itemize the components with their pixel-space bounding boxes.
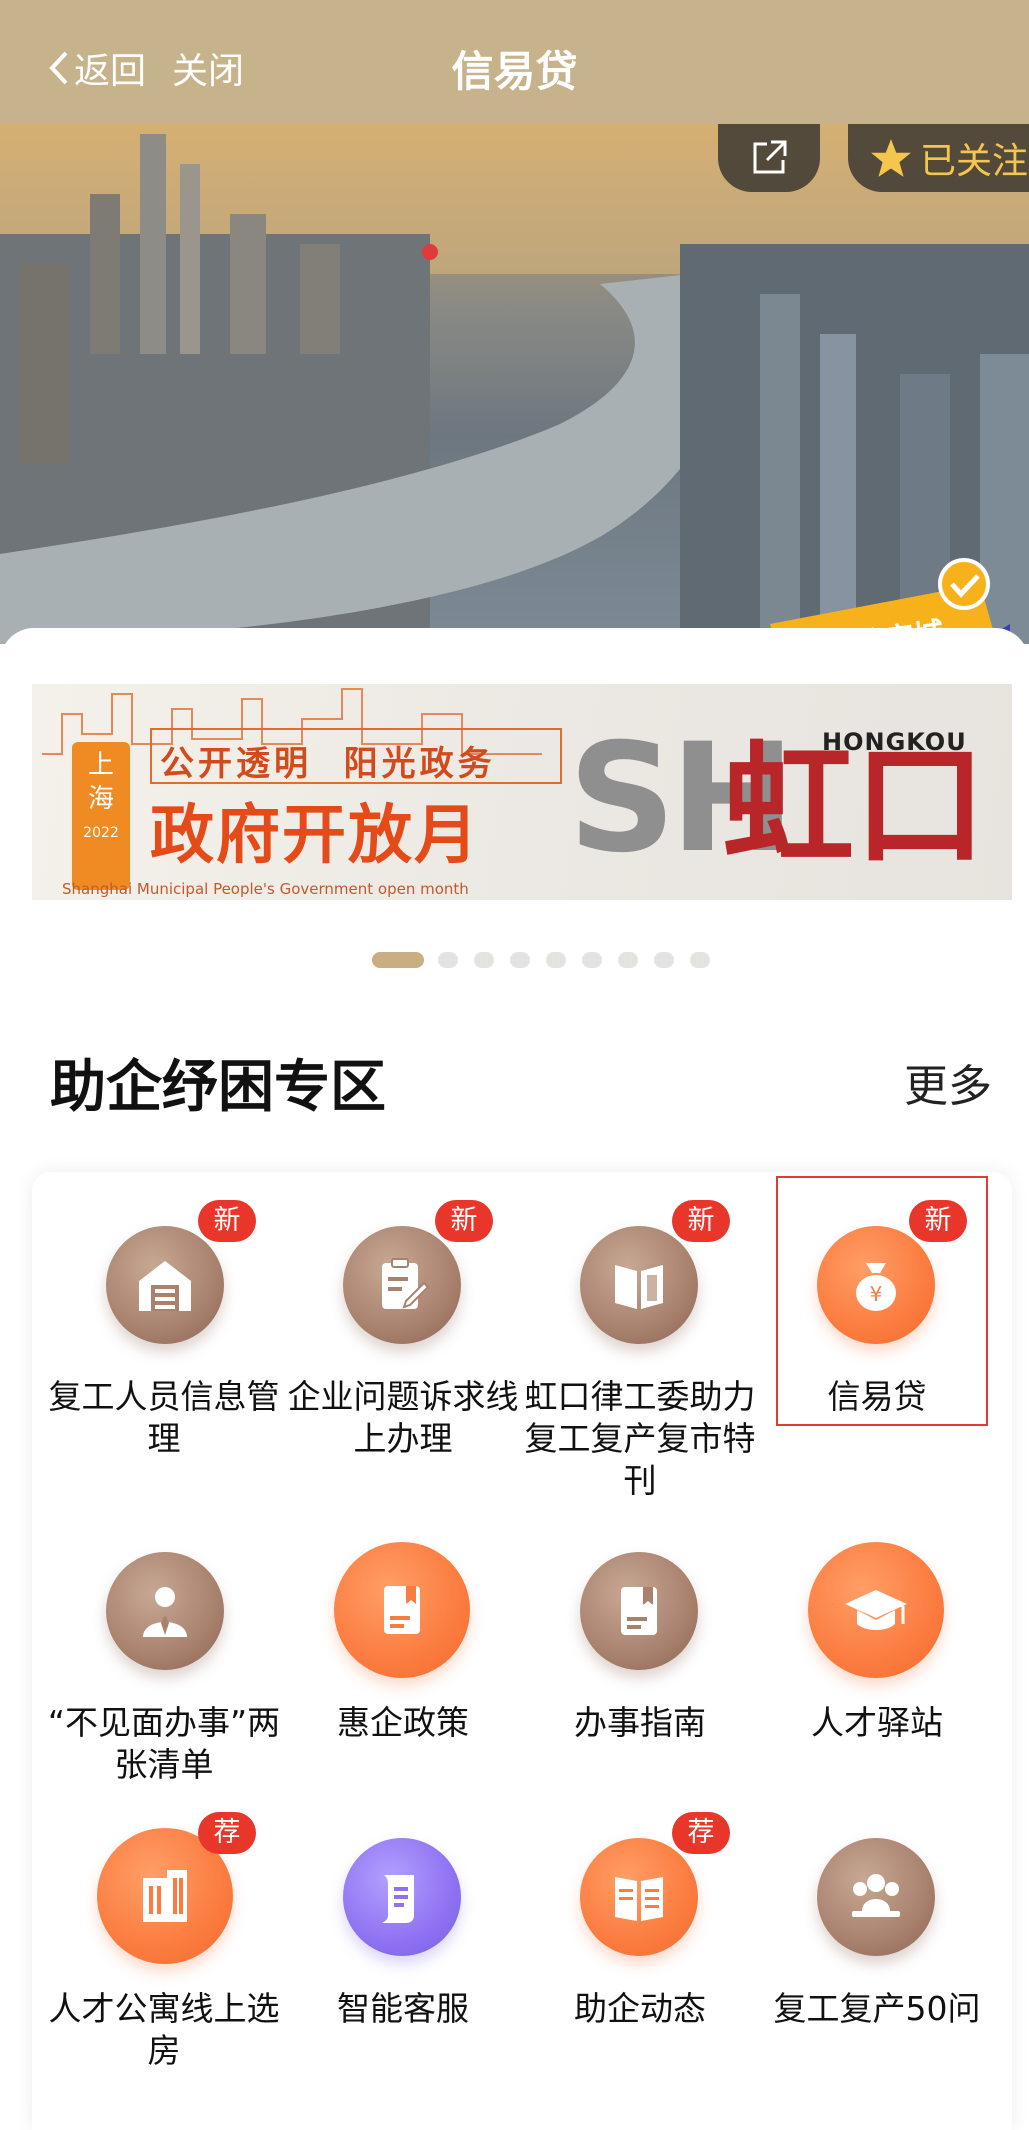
promo-banner[interactable]: 上 海 2022 公开透明 阳光政务 政府开放月 Shanghai Munici…: [32, 684, 1012, 900]
service-item-label: “不见面办事”两张清单: [47, 1703, 281, 1784]
new-badge: 新: [435, 1200, 493, 1242]
year-label: 2022: [83, 825, 119, 841]
people-group-icon: [817, 1838, 935, 1956]
shanghai-badge: 上 海 2022: [72, 742, 130, 890]
service-item-label: 虹口律工委助力复工复产复市特刊: [524, 1377, 756, 1500]
carousel-dot[interactable]: [654, 952, 674, 968]
service-item-label: 企业问题诉求线上办理: [287, 1377, 519, 1458]
new-badge: 新: [672, 1200, 730, 1242]
section-title: 助企纾困专区: [50, 1055, 386, 1120]
newspaper-icon: [580, 1838, 698, 1956]
banner-district-cn: 虹口: [722, 729, 986, 883]
service-item-label: 助企动态: [574, 1989, 706, 2028]
service-item-label: 人才驿站: [811, 1703, 943, 1742]
recommend-badge: 荐: [672, 1812, 730, 1854]
service-item-label: 智能客服: [337, 1989, 469, 2028]
document-bookmark-icon: [580, 1552, 698, 1670]
follow-label: 已关注: [920, 141, 1029, 182]
carousel-dot[interactable]: [438, 952, 458, 968]
service-item-label: 办事指南: [574, 1703, 706, 1742]
service-item-label: 复工人员信息管理: [48, 1377, 280, 1458]
province-label: 上 海: [87, 750, 114, 814]
open-book-icon: [580, 1226, 698, 1344]
carousel-dot[interactable]: [618, 952, 638, 968]
carousel-dot[interactable]: [690, 952, 710, 968]
carousel-dot[interactable]: [582, 952, 602, 968]
clipboard-edit-icon: [343, 1226, 461, 1344]
page-title: 信易贷: [451, 47, 578, 96]
carousel-dot[interactable]: [510, 952, 530, 968]
document-bookmark-icon: [334, 1542, 470, 1678]
banner-headline: 政府开放月: [150, 799, 480, 873]
recommend-badge: 荐: [198, 1812, 256, 1854]
warehouse-icon: [106, 1226, 224, 1344]
selection-highlight-box: [776, 1176, 988, 1426]
person-suit-icon: [106, 1552, 224, 1670]
hero-cityscape-image: 积分商城: [0, 124, 1029, 644]
service-item-label: 人才公寓线上选房: [48, 1989, 280, 2070]
share-button[interactable]: [718, 124, 820, 192]
share-icon: [753, 140, 787, 174]
star-icon: [871, 139, 911, 177]
carousel-dot[interactable]: [474, 952, 494, 968]
scroll-icon: [343, 1838, 461, 1956]
graduation-cap-icon: [808, 1542, 944, 1678]
new-badge: 新: [198, 1200, 256, 1242]
service-item-label: 惠企政策: [337, 1703, 469, 1742]
carousel-dot[interactable]: [546, 952, 566, 968]
banner-slogan: 公开透明 阳光政务: [160, 744, 496, 784]
top-navigation-bar: 返回 关闭 信易贷: [0, 0, 1029, 124]
more-link[interactable]: 更多: [904, 1050, 992, 1114]
follow-button[interactable]: 已关注: [848, 124, 1029, 192]
carousel-indicator: [372, 952, 726, 968]
service-item-label: 复工复产50问: [773, 1989, 981, 2028]
carousel-dot-active[interactable]: [372, 952, 424, 968]
banner-subtitle: Shanghai Municipal People's Government o…: [62, 880, 469, 898]
